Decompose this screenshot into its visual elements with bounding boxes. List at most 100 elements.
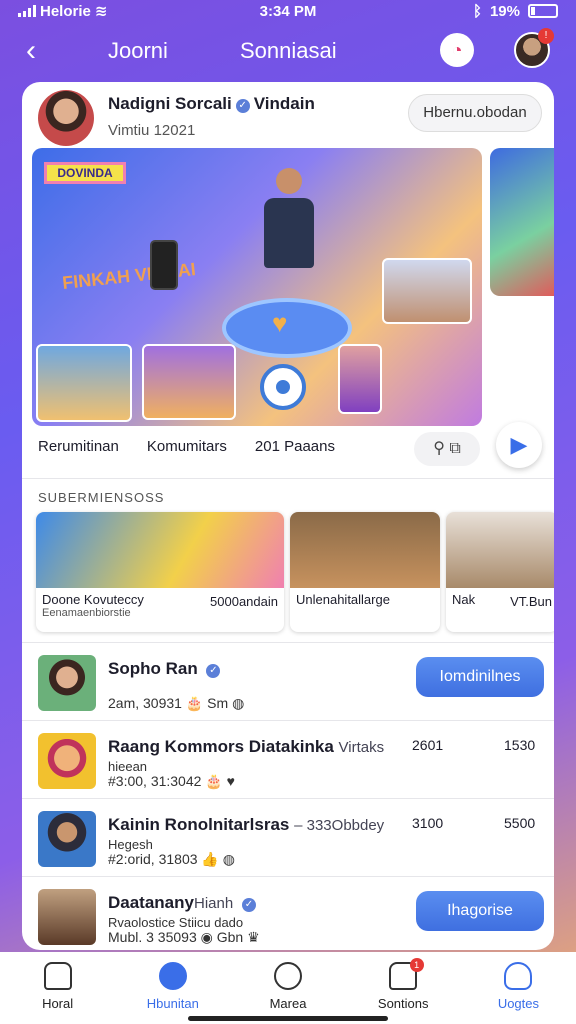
list-item-col1: 3100: [412, 815, 444, 831]
globe-icon: [158, 962, 187, 990]
nav-item-notifications[interactable]: 1 Sontions: [346, 952, 461, 1024]
presenter-illustration: [264, 168, 314, 278]
list-item-meta: #3:00, 31:3042 🎂 ♥: [108, 773, 235, 790]
bluetooth-icon: ᛒ: [472, 2, 482, 20]
hero-image[interactable]: DOVINDA FINKAH VIHUAI ♥: [32, 148, 482, 426]
list-item-avatar: [38, 889, 96, 945]
list-item-col2: 5500: [504, 815, 536, 831]
verified-icon: ✓: [235, 99, 250, 113]
post-author-name[interactable]: Nadigni Sorcali ✓ Vindain: [108, 94, 315, 114]
list-item[interactable]: Sopho Ran ✓ 2am, 30931 🎂 Sm ◍ Iomdinilne…: [22, 642, 554, 720]
hero-photo-2: [142, 344, 236, 420]
header-tab-2[interactable]: Sonniasai: [240, 38, 337, 64]
status-bar: Helorie ≋ 3:34 PM ᛒ 19%: [0, 0, 576, 22]
list-item-title-text: Kainin Ronolnitarlsras: [108, 815, 290, 834]
battery-icon: [528, 4, 558, 18]
list-item-col1: 2601: [412, 737, 444, 753]
chat-circle-icon: [260, 364, 306, 410]
thumbnail-value: VT.Bun: [510, 594, 552, 609]
hero-photo-1: [36, 344, 132, 422]
carrier-label: Helorie: [40, 2, 91, 20]
list-item-meta-text: #2:orid, 31803: [108, 851, 198, 867]
post-author-avatar[interactable]: [38, 90, 94, 146]
nav-item-active[interactable]: Hbunitan: [115, 952, 230, 1024]
people-list: Sopho Ran ✓ 2am, 30931 🎂 Sm ◍ Iomdinilne…: [22, 642, 554, 950]
post-header: Nadigni Sorcali ✓ Vindain Vimtiu 12021 Hbe…: [36, 90, 542, 148]
list-item-action-button[interactable]: Ihagorise: [416, 891, 544, 931]
tag-icon: ◉: [200, 929, 213, 945]
battery-label: 19%: [489, 2, 520, 20]
hero-photo-4: [382, 258, 472, 324]
globe-icon: ◍: [232, 695, 245, 711]
list-item-title: Sopho Ran ✓: [108, 659, 224, 679]
stat-shares[interactable]: 201 Paaans: [255, 438, 335, 466]
hero-next-image[interactable]: [490, 148, 554, 296]
thumbnail-image: [290, 512, 440, 588]
list-item-title-text: Sopho Ran: [108, 659, 198, 678]
verified-icon: ✓: [241, 898, 256, 912]
list-item-desc: Rvaolostice Stiicu dado: [108, 915, 244, 930]
list-item-meta: Mubl. 3 35093 ◉ Gbn ♛: [108, 929, 260, 946]
smile-icon: [274, 962, 302, 990]
nav-badge: 1: [409, 958, 424, 972]
share-button[interactable]: ⚲ ⧉: [414, 432, 480, 466]
nav-item-profile[interactable]: Uogtes: [461, 952, 576, 1024]
list-item-title-extra: Virtaks: [338, 739, 385, 756]
thumbnail-card-1[interactable]: Doone Kovuteccy Eenamaenbiorstie 5000and…: [36, 512, 284, 632]
post-date: Vimtiu 12021: [108, 122, 196, 139]
app-header: ‹ Joorni Sonniasai ◔ !: [0, 28, 576, 76]
header-tab-1[interactable]: Joorni: [108, 38, 168, 64]
nav-item-home[interactable]: Horal: [0, 952, 115, 1024]
back-button[interactable]: ‹: [26, 36, 56, 68]
list-item[interactable]: Kainin Ronolnitarlsras – 333Obbdey Heges…: [22, 798, 554, 876]
nav-item-label: Hbunitan: [146, 996, 199, 1011]
cake-icon: 🎂: [185, 695, 204, 711]
thumbnail-card-2[interactable]: Unlenahitallarge: [290, 512, 440, 632]
follow-button[interactable]: Hbernu.obodan: [408, 94, 542, 132]
nav-item-label: Uogtes: [497, 996, 540, 1011]
thumbs-up-icon: 👍: [201, 851, 219, 867]
bottom-nav: Horal Hbunitan Marea 1 Sontions Uogtes: [0, 952, 576, 1024]
hero-photo-3: [338, 344, 382, 414]
list-item[interactable]: DaatananyHianh ✓ Rvaolostice Stiicu dado…: [22, 876, 554, 950]
stat-comments[interactable]: Komumitars: [147, 438, 227, 466]
list-item-meta-text: Mubl. 3 35093: [108, 929, 197, 945]
list-item-desc: Hegesh: [108, 837, 153, 852]
cake-icon: 🎂: [205, 773, 223, 789]
thumbnail-value: 5000andain: [210, 594, 278, 609]
nav-item-label: Marea: [269, 996, 307, 1011]
signal-icon: [18, 5, 36, 17]
list-item-meta-text: 2am, 30931: [108, 695, 182, 711]
list-item-meta-2: Sm: [207, 695, 229, 711]
list-item-meta: #2:orid, 31803 👍 ◍: [108, 851, 235, 868]
wifi-icon: ≋: [94, 3, 108, 20]
heart-icon: ♥: [272, 308, 288, 338]
crown-icon: ♛: [247, 929, 260, 945]
list-item-meta: 2am, 30931 🎂 Sm ◍: [108, 695, 244, 712]
hero-badge: DOVINDA: [44, 162, 126, 184]
list-item-title-extra: Hianh: [193, 895, 234, 912]
play-button[interactable]: ▶: [496, 422, 542, 468]
verified-icon: ✓: [206, 664, 221, 678]
list-item[interactable]: Raang Kommors Diatakinka Virtaks hieean …: [22, 720, 554, 798]
list-item-title-extra: – 333Obbdey: [294, 817, 385, 834]
list-item-desc: hieean: [108, 759, 148, 774]
nav-item-label: Horal: [42, 996, 74, 1011]
list-item-meta-text: #3:00, 31:3042: [108, 773, 202, 789]
home-icon: [43, 962, 72, 990]
stat-reactions[interactable]: Rerumitinan: [38, 438, 119, 466]
list-item-avatar: [38, 733, 96, 789]
thumbnail-caption: Unlenahitallarge: [296, 592, 390, 607]
home-indicator: [188, 1016, 388, 1021]
list-item-title: Kainin Ronolnitarlsras – 333Obbdey: [108, 815, 384, 835]
list-item-action-button[interactable]: Iomdinilnes: [416, 657, 544, 697]
list-item-title: DaatananyHianh ✓: [108, 893, 260, 913]
nav-item-smile[interactable]: Marea: [230, 952, 345, 1024]
post-author-name-text: Nadigni Sorcali: [108, 94, 232, 113]
divider: [22, 478, 554, 479]
thumbnail-card-3[interactable]: Nak VT.Bun: [446, 512, 554, 632]
notification-button[interactable]: ◔: [440, 33, 474, 67]
main-card: Nadigni Sorcali ✓ Vindain Vimtiu 12021 Hbe…: [22, 82, 554, 950]
status-time: 3:34 PM: [259, 2, 317, 20]
list-item-meta-2: Gbn: [216, 929, 244, 945]
